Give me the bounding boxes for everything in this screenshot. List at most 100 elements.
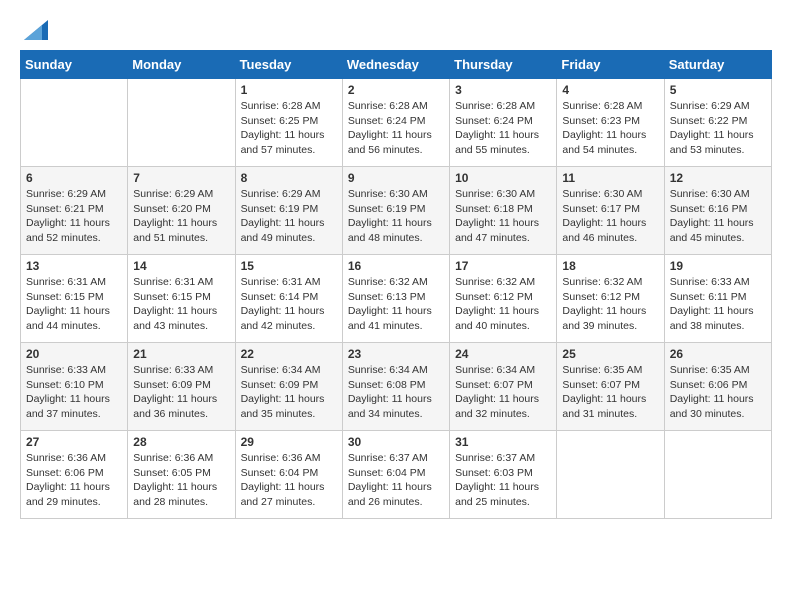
calendar-cell: 21 Sunrise: 6:33 AMSunset: 6:09 PMDayligh… <box>128 343 235 431</box>
day-info: Sunrise: 6:29 AMSunset: 6:20 PMDaylight:… <box>133 187 229 246</box>
day-info: Sunrise: 6:30 AMSunset: 6:16 PMDaylight:… <box>670 187 766 246</box>
day-number: 10 <box>455 171 551 185</box>
day-info: Sunrise: 6:32 AMSunset: 6:12 PMDaylight:… <box>562 275 658 334</box>
day-info: Sunrise: 6:37 AMSunset: 6:03 PMDaylight:… <box>455 451 551 510</box>
day-info: Sunrise: 6:28 AMSunset: 6:25 PMDaylight:… <box>241 99 337 158</box>
day-info: Sunrise: 6:33 AMSunset: 6:11 PMDaylight:… <box>670 275 766 334</box>
calendar-week-row: 1 Sunrise: 6:28 AMSunset: 6:25 PMDaylight… <box>21 79 772 167</box>
day-info: Sunrise: 6:36 AMSunset: 6:04 PMDaylight:… <box>241 451 337 510</box>
calendar-cell: 25 Sunrise: 6:35 AMSunset: 6:07 PMDayligh… <box>557 343 664 431</box>
logo <box>20 20 48 40</box>
day-info: Sunrise: 6:36 AMSunset: 6:05 PMDaylight:… <box>133 451 229 510</box>
calendar-cell <box>128 79 235 167</box>
column-header-tuesday: Tuesday <box>235 51 342 79</box>
calendar-week-row: 13Sunrise: 6:31 AMSunset: 6:15 PMDayligh… <box>21 255 772 343</box>
calendar-cell: 30 Sunrise: 6:37 AMSunset: 6:04 PMDayligh… <box>342 431 449 519</box>
calendar-cell: 28 Sunrise: 6:36 AMSunset: 6:05 PMDayligh… <box>128 431 235 519</box>
calendar-cell: 20Sunrise: 6:33 AMSunset: 6:10 PMDayligh… <box>21 343 128 431</box>
calendar-cell: 22Sunrise: 6:34 AMSunset: 6:09 PMDayligh… <box>235 343 342 431</box>
day-number: 21 <box>133 347 229 361</box>
column-header-wednesday: Wednesday <box>342 51 449 79</box>
day-number: 27 <box>26 435 122 449</box>
day-info: Sunrise: 6:32 AMSunset: 6:12 PMDaylight:… <box>455 275 551 334</box>
day-info: Sunrise: 6:28 AMSunset: 6:23 PMDaylight:… <box>562 99 658 158</box>
day-number: 25 <box>562 347 658 361</box>
day-info: Sunrise: 6:31 AMSunset: 6:15 PMDaylight:… <box>26 275 122 334</box>
day-info: Sunrise: 6:33 AMSunset: 6:09 PMDaylight:… <box>133 363 229 422</box>
day-number: 23 <box>348 347 444 361</box>
column-header-sunday: Sunday <box>21 51 128 79</box>
column-header-monday: Monday <box>128 51 235 79</box>
day-info: Sunrise: 6:28 AMSunset: 6:24 PMDaylight:… <box>455 99 551 158</box>
calendar-cell: 10Sunrise: 6:30 AMSunset: 6:18 PMDayligh… <box>450 167 557 255</box>
calendar-cell: 14 Sunrise: 6:31 AMSunset: 6:15 PMDayligh… <box>128 255 235 343</box>
day-info: Sunrise: 6:36 AMSunset: 6:06 PMDaylight:… <box>26 451 122 510</box>
day-info: Sunrise: 6:30 AMSunset: 6:19 PMDaylight:… <box>348 187 444 246</box>
calendar-cell: 13Sunrise: 6:31 AMSunset: 6:15 PMDayligh… <box>21 255 128 343</box>
calendar-cell: 3Sunrise: 6:28 AMSunset: 6:24 PMDaylight… <box>450 79 557 167</box>
day-number: 7 <box>133 171 229 185</box>
day-number: 12 <box>670 171 766 185</box>
day-number: 24 <box>455 347 551 361</box>
day-number: 30 <box>348 435 444 449</box>
day-number: 15 <box>241 259 337 273</box>
day-info: Sunrise: 6:29 AMSunset: 6:22 PMDaylight:… <box>670 99 766 158</box>
calendar-header-row: SundayMondayTuesdayWednesdayThursdayFrid… <box>21 51 772 79</box>
calendar-cell <box>557 431 664 519</box>
calendar-cell: 29 Sunrise: 6:36 AMSunset: 6:04 PMDayligh… <box>235 431 342 519</box>
day-number: 14 <box>133 259 229 273</box>
calendar-cell: 1 Sunrise: 6:28 AMSunset: 6:25 PMDaylight… <box>235 79 342 167</box>
calendar-week-row: 20Sunrise: 6:33 AMSunset: 6:10 PMDayligh… <box>21 343 772 431</box>
day-info: Sunrise: 6:30 AMSunset: 6:17 PMDaylight:… <box>562 187 658 246</box>
day-info: Sunrise: 6:35 AMSunset: 6:07 PMDaylight:… <box>562 363 658 422</box>
calendar-cell: 23 Sunrise: 6:34 AMSunset: 6:08 PMDayligh… <box>342 343 449 431</box>
page-header <box>20 20 772 40</box>
day-info: Sunrise: 6:29 AMSunset: 6:19 PMDaylight:… <box>241 187 337 246</box>
day-info: Sunrise: 6:35 AMSunset: 6:06 PMDaylight:… <box>670 363 766 422</box>
day-info: Sunrise: 6:34 AMSunset: 6:07 PMDaylight:… <box>455 363 551 422</box>
day-number: 19 <box>670 259 766 273</box>
calendar-cell: 26Sunrise: 6:35 AMSunset: 6:06 PMDayligh… <box>664 343 771 431</box>
day-number: 31 <box>455 435 551 449</box>
day-info: Sunrise: 6:31 AMSunset: 6:14 PMDaylight:… <box>241 275 337 334</box>
day-number: 28 <box>133 435 229 449</box>
calendar-cell: 17 Sunrise: 6:32 AMSunset: 6:12 PMDayligh… <box>450 255 557 343</box>
day-info: Sunrise: 6:37 AMSunset: 6:04 PMDaylight:… <box>348 451 444 510</box>
day-number: 1 <box>241 83 337 97</box>
calendar-week-row: 27 Sunrise: 6:36 AMSunset: 6:06 PMDayligh… <box>21 431 772 519</box>
calendar-cell: 9 Sunrise: 6:30 AMSunset: 6:19 PMDaylight… <box>342 167 449 255</box>
calendar-cell: 6 Sunrise: 6:29 AMSunset: 6:21 PMDaylight… <box>21 167 128 255</box>
calendar-cell <box>21 79 128 167</box>
calendar-week-row: 6 Sunrise: 6:29 AMSunset: 6:21 PMDaylight… <box>21 167 772 255</box>
day-number: 17 <box>455 259 551 273</box>
column-header-thursday: Thursday <box>450 51 557 79</box>
calendar-cell: 24 Sunrise: 6:34 AMSunset: 6:07 PMDayligh… <box>450 343 557 431</box>
day-number: 9 <box>348 171 444 185</box>
day-number: 29 <box>241 435 337 449</box>
day-number: 20 <box>26 347 122 361</box>
day-info: Sunrise: 6:28 AMSunset: 6:24 PMDaylight:… <box>348 99 444 158</box>
day-number: 16 <box>348 259 444 273</box>
calendar-cell: 2Sunrise: 6:28 AMSunset: 6:24 PMDaylight… <box>342 79 449 167</box>
day-number: 18 <box>562 259 658 273</box>
day-info: Sunrise: 6:34 AMSunset: 6:08 PMDaylight:… <box>348 363 444 422</box>
calendar-cell: 11 Sunrise: 6:30 AMSunset: 6:17 PMDayligh… <box>557 167 664 255</box>
calendar-cell: 8Sunrise: 6:29 AMSunset: 6:19 PMDaylight… <box>235 167 342 255</box>
day-number: 6 <box>26 171 122 185</box>
day-info: Sunrise: 6:29 AMSunset: 6:21 PMDaylight:… <box>26 187 122 246</box>
calendar-cell: 15 Sunrise: 6:31 AMSunset: 6:14 PMDayligh… <box>235 255 342 343</box>
day-info: Sunrise: 6:32 AMSunset: 6:13 PMDaylight:… <box>348 275 444 334</box>
calendar-cell: 19 Sunrise: 6:33 AMSunset: 6:11 PMDayligh… <box>664 255 771 343</box>
day-number: 4 <box>562 83 658 97</box>
column-header-saturday: Saturday <box>664 51 771 79</box>
calendar-cell: 27 Sunrise: 6:36 AMSunset: 6:06 PMDayligh… <box>21 431 128 519</box>
day-number: 5 <box>670 83 766 97</box>
day-info: Sunrise: 6:31 AMSunset: 6:15 PMDaylight:… <box>133 275 229 334</box>
day-info: Sunrise: 6:34 AMSunset: 6:09 PMDaylight:… <box>241 363 337 422</box>
calendar-cell: 16 Sunrise: 6:32 AMSunset: 6:13 PMDayligh… <box>342 255 449 343</box>
day-number: 11 <box>562 171 658 185</box>
calendar-cell: 5 Sunrise: 6:29 AMSunset: 6:22 PMDaylight… <box>664 79 771 167</box>
calendar-cell <box>664 431 771 519</box>
logo-icon <box>24 20 48 40</box>
calendar-table: SundayMondayTuesdayWednesdayThursdayFrid… <box>20 50 772 519</box>
